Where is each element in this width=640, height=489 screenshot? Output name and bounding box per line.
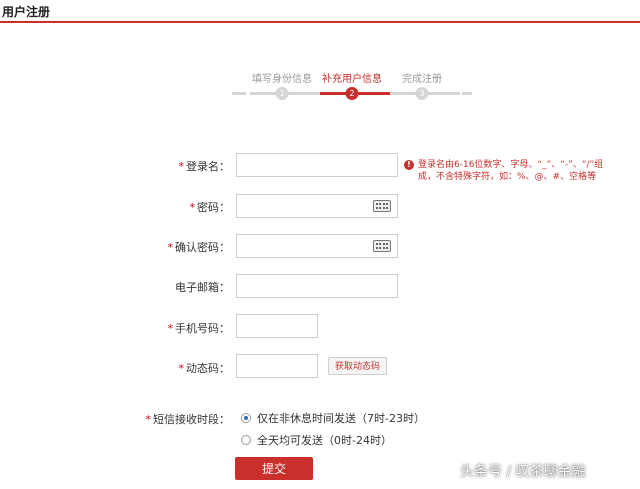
registration-stepper: 填写身份信息 补充用户信息 完成注册 1 2 3 [232,70,472,110]
phone-input[interactable] [236,314,318,338]
step-label-2: 补充用户信息 [322,74,382,85]
confirm-password-label: * 确认密码： [167,241,231,254]
username-label: * 登录名： [178,160,231,173]
sms-time-option-allday-radio[interactable] [241,435,251,445]
required-mark: * [167,241,174,254]
sms-time-label: * 短信接收时段： [145,413,231,426]
required-mark: * [145,413,152,426]
password-label: * 密码： [189,201,231,214]
step-dot-1: 1 [275,87,289,100]
step-label-1: 填写身份信息 [252,74,312,85]
warning-icon: ! [404,160,414,170]
keyboard-icon[interactable] [373,240,391,252]
username-input[interactable] [236,153,398,177]
sms-code-input[interactable] [236,354,318,378]
step-dot-3: 3 [415,87,429,100]
phone-label: * 手机号码： [167,322,231,335]
sms-time-option-allday-label[interactable]: 全天均可发送（0时-24时） [257,432,392,448]
stepper-line-end [462,92,472,95]
username-hint: 登录名由6-16位数字、字母、“_”、“-”、“/”组成，不含特殊字符，如：%、… [418,160,604,182]
submit-button[interactable]: 提交 [235,457,313,480]
title-divider [0,21,640,23]
step-label-3: 完成注册 [402,74,442,85]
stepper-line-start [232,92,246,95]
sms-time-option-daytime-radio[interactable] [241,413,251,423]
step-dot-2: 2 [345,87,359,100]
get-sms-code-button[interactable]: 获取动态码 [328,357,388,375]
sms-time-option-daytime-label[interactable]: 仅在非休息时间发送（7时-23时） [257,410,425,426]
required-mark: * [189,201,196,214]
required-mark: * [167,322,174,335]
keyboard-icon[interactable] [373,200,391,212]
sms-code-label: * 动态码： [178,362,231,375]
required-mark: * [178,160,185,173]
email-input[interactable] [236,274,398,298]
email-label: 电子邮箱： [175,281,230,294]
watermark-text: 头条号 / 叹茶聊金融 [460,464,586,480]
page-title: 用户注册 [2,5,51,19]
required-mark: * [178,362,185,375]
